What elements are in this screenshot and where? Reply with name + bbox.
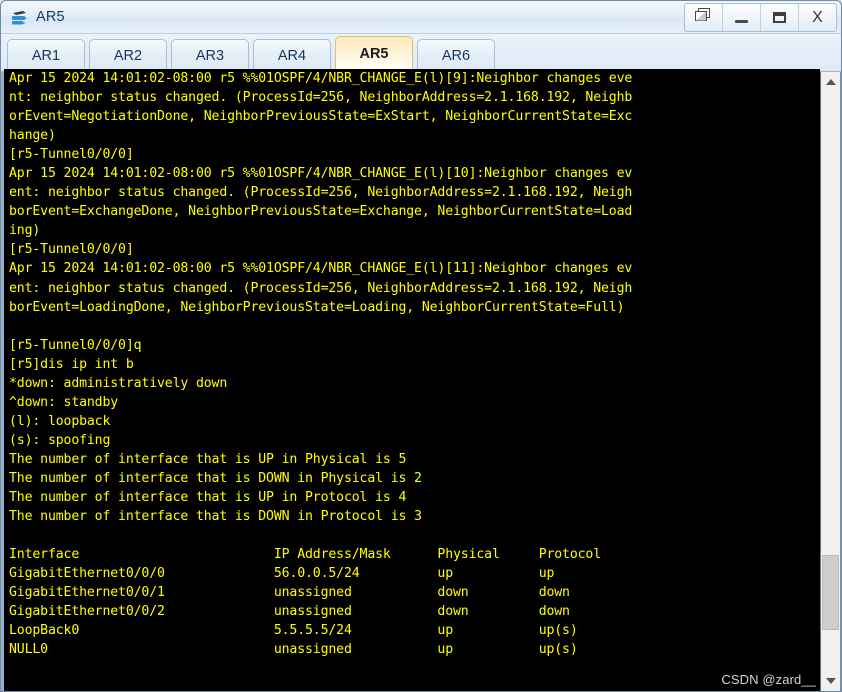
terminal-line: [r5-Tunnel0/0/0]q — [9, 337, 142, 353]
terminal-line: ^down: standby — [9, 394, 119, 410]
terminal-line: ing) — [9, 223, 41, 239]
terminal-line: Apr 15 2024 14:01:02-08:00 r5 %%01OSPF/4… — [9, 166, 633, 182]
terminal-line: ent: neighbor status changed. (ProcessId… — [9, 185, 633, 201]
terminal-line: The number of interface that is DOWN in … — [9, 509, 422, 525]
title-bar-left: AR5 — [1, 8, 65, 27]
scroll-down-button[interactable] — [821, 671, 840, 691]
terminal-line: *down: administratively down — [9, 375, 228, 391]
terminal-line: [r5-Tunnel0/0/0] — [9, 242, 134, 258]
tab-label: AR5 — [359, 46, 389, 62]
minimize-button[interactable] — [723, 4, 761, 31]
terminal-line: GigabitEthernet0/0/1 unassigned down dow… — [9, 585, 570, 601]
tab-ar4[interactable]: AR4 — [253, 39, 331, 71]
tab-ar3[interactable]: AR3 — [171, 39, 249, 71]
tab-ar2[interactable]: AR2 — [89, 39, 167, 71]
tab-label: AR4 — [277, 47, 307, 64]
window-title: AR5 — [36, 9, 65, 25]
terminal-window: AR5 X AR1 AR2 AR3 AR4 AR5 AR6 Apr 15 202… — [0, 0, 842, 692]
restore-windows-button[interactable] — [685, 4, 723, 31]
terminal-line: nt: neighbor status changed. (ProcessId=… — [9, 90, 633, 106]
tab-label: AR6 — [441, 47, 471, 64]
maximize-button[interactable] — [761, 4, 799, 31]
terminal-line: borEvent=ExchangeDone, NeighborPreviousS… — [9, 204, 633, 220]
terminal-line: ent: neighbor status changed. (ProcessId… — [9, 280, 633, 296]
maximize-icon — [773, 12, 786, 23]
terminal-line: [r5-Tunnel0/0/0] — [9, 147, 134, 163]
close-button[interactable]: X — [799, 4, 836, 31]
chevron-up-icon — [825, 79, 836, 85]
terminal-line: hange) — [9, 128, 56, 144]
terminal-line: (s): spoofing — [9, 432, 111, 448]
terminal-output[interactable]: Apr 15 2024 14:01:02-08:00 r5 %%01OSPF/4… — [4, 69, 820, 691]
terminal-line: Apr 15 2024 14:01:02-08:00 r5 %%01OSPF/4… — [9, 261, 633, 277]
window-controls: X — [684, 3, 837, 32]
tab-label: AR3 — [195, 47, 225, 64]
terminal-line: (l): loopback — [9, 413, 111, 429]
terminal-line: Apr 15 2024 14:01:02-08:00 r5 %%01OSPF/4… — [9, 71, 633, 86]
tab-ar1[interactable]: AR1 — [7, 39, 85, 71]
tab-ar6[interactable]: AR6 — [417, 39, 495, 71]
chevron-down-icon — [825, 678, 836, 684]
terminal-line: orEvent=NegotiationDone, NeighborPreviou… — [9, 109, 633, 125]
scrollbar-track[interactable] — [821, 92, 840, 671]
cascade-windows-icon — [695, 7, 712, 28]
router-icon — [10, 8, 29, 27]
scrollbar-thumb[interactable] — [822, 555, 839, 631]
tab-label: AR1 — [31, 47, 61, 64]
tab-ar5[interactable]: AR5 — [335, 36, 413, 71]
close-icon: X — [812, 8, 823, 26]
scroll-up-button[interactable] — [821, 72, 840, 92]
terminal-line: GigabitEthernet0/0/0 56.0.0.5/24 up up — [9, 566, 555, 582]
terminal-line: LoopBack0 5.5.5.5/24 up up(s) — [9, 623, 578, 639]
terminal-line: [r5]dis ip int b — [9, 356, 134, 372]
tab-label: AR2 — [113, 47, 143, 64]
terminal-line: The number of interface that is DOWN in … — [9, 470, 422, 486]
title-bar: AR5 X — [1, 1, 841, 34]
terminal-line: NULL0 unassigned up up(s) — [9, 642, 578, 658]
terminal-line: The number of interface that is UP in Ph… — [9, 451, 407, 467]
terminal-line: The number of interface that is UP in Pr… — [9, 490, 407, 506]
terminal-line: GigabitEthernet0/0/2 unassigned down dow… — [9, 604, 570, 620]
terminal-scrollbar[interactable] — [820, 72, 840, 691]
terminal-line: Interface IP Address/Mask Physical Proto… — [9, 547, 602, 563]
terminal-area: Apr 15 2024 14:01:02-08:00 r5 %%01OSPF/4… — [1, 69, 841, 691]
minimize-icon — [735, 19, 748, 23]
terminal-line: borEvent=LoadingDone, NeighborPreviousSt… — [9, 299, 625, 315]
device-tab-strip: AR1 AR2 AR3 AR4 AR5 AR6 — [1, 34, 841, 72]
